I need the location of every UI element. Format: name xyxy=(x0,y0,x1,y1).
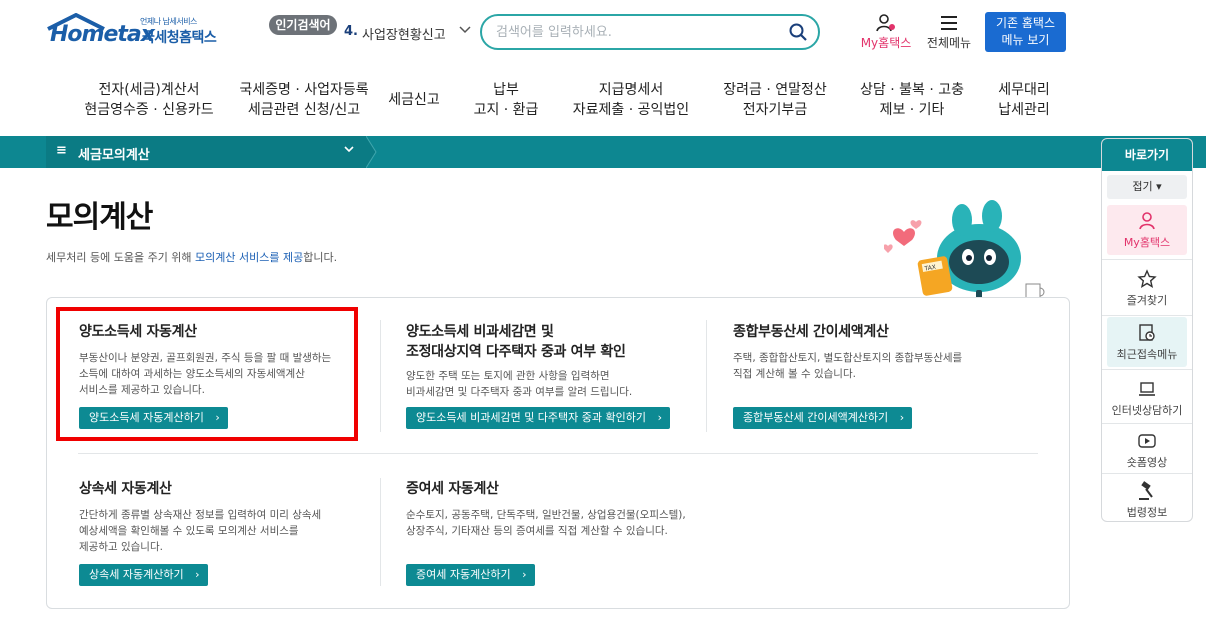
card-row-divider xyxy=(78,453,1038,454)
user-icon xyxy=(1139,212,1155,230)
gnb-item-payment-statement[interactable]: 지급명세서 자료제출 · 공익법인 xyxy=(561,80,701,120)
inheritance-tax-calc-button[interactable]: 상속세 자동계산하기 › xyxy=(79,564,208,586)
capital-gains-exemption-check-button[interactable]: 양도소득세 비과세감면 및 다주택자 중과 확인하기 › xyxy=(406,407,671,429)
chevron-down-icon: ▾ xyxy=(1152,180,1162,193)
page-description-highlight: 모의계산 서비스를 제공 xyxy=(195,251,304,264)
comprehensive-real-estate-calc-button[interactable]: 종합부동산세 간이세액계산하기 › xyxy=(733,407,913,429)
logo-wordmark: Hometax xyxy=(50,22,155,47)
menu-icon: ≡ xyxy=(56,143,67,158)
chevron-down-icon xyxy=(344,144,354,157)
old-hometax-line2: 메뉴 보기 xyxy=(1001,33,1050,47)
quick-menu: 바로가기 접기 ▾ My홈택스 즐겨찾기 최근접속메뉴 인터넷상담하기 숏폼영상… xyxy=(1101,138,1193,522)
gnb-item-counsel[interactable]: 상담 · 불복 · 고충 제보 · 기타 xyxy=(850,80,974,120)
my-hometax-button[interactable]: My홈택스 xyxy=(856,12,916,52)
hometax-logo[interactable]: 언제나 납세서비스 Hometax 국세청홈택스 xyxy=(46,13,236,49)
old-hometax-button[interactable]: 기존 홈택스 메뉴 보기 xyxy=(985,12,1066,52)
lnb-selected-label: 세금모의계산 xyxy=(78,148,150,163)
gift-tax-calc-button[interactable]: 증여세 자동계산하기 › xyxy=(406,564,535,586)
sub-navigation-bar: ≡ 세금모의계산 xyxy=(0,136,1206,168)
quick-item-shortform-video[interactable]: 숏폼영상 xyxy=(1107,425,1187,475)
all-menu-button[interactable]: 전체메뉴 xyxy=(922,12,976,52)
card-title: 상속세 자동계산 xyxy=(79,481,172,497)
quick-item-my-hometax[interactable]: My홈택스 xyxy=(1107,205,1187,255)
card-description: 주택, 종합합산토지, 별도합산토지의 종합부동산세를 직접 계산해 볼 수 있… xyxy=(733,352,963,380)
card-divider xyxy=(380,478,381,586)
quick-menu-title: 바로가기 xyxy=(1102,139,1192,171)
logo-subtitle: 국세청홈택스 xyxy=(142,30,217,46)
card-title: 양도소득세 비과세감면 및 조정대상지역 다주택자 중과 여부 확인 xyxy=(406,324,626,360)
gnb-item-payment[interactable]: 납부 고지 · 환급 xyxy=(456,80,556,120)
mascot-illustration: TAX xyxy=(884,200,1045,304)
star-icon xyxy=(1137,269,1157,288)
card-gift-tax: 증여세 자동계산 순수토지, 공동주택, 단독주택, 일반건물, 상업용건물(오… xyxy=(406,479,726,539)
card-divider xyxy=(706,320,707,432)
gnb-item-tax-filing[interactable]: 세금신고 xyxy=(374,90,454,110)
card-inheritance-tax: 상속세 자동계산 간단하게 종류별 상속재산 정보를 입력하여 미리 상속세 예… xyxy=(79,479,369,555)
popular-search-badge: 인기검색어 xyxy=(269,15,337,35)
popular-search-rank: 4. xyxy=(344,24,358,39)
chevron-right-icon: › xyxy=(899,411,905,424)
page-title: 모의계산 xyxy=(46,200,153,235)
quick-item-favorites[interactable]: 즐겨찾기 xyxy=(1107,263,1187,313)
laptop-icon xyxy=(1139,382,1155,396)
card-description: 간단하게 종류별 상속재산 정보를 입력하여 미리 상속세 예상세액을 확인해볼… xyxy=(79,509,322,553)
lnb-menu-selector[interactable]: ≡ 세금모의계산 xyxy=(46,136,366,168)
hamburger-icon xyxy=(941,16,957,30)
recent-document-icon xyxy=(1139,324,1155,341)
breadcrumb-arrow-icon xyxy=(366,136,377,168)
search-input[interactable] xyxy=(496,22,776,42)
popular-search-term[interactable]: 사업장현황신고 xyxy=(362,24,446,43)
gavel-icon xyxy=(1139,481,1153,500)
gnb-item-incentive[interactable]: 장려금 · 연말정산 전자기부금 xyxy=(712,80,838,120)
card-divider xyxy=(380,320,381,432)
card-title: 종합부동산세 간이세액계산 xyxy=(733,324,889,340)
card-description: 양도한 주택 또는 토지에 관한 사항을 입력하면 비과세감면 및 다주택자 중… xyxy=(406,370,633,398)
chevron-right-icon: › xyxy=(195,568,200,581)
my-hometax-label: My홈택스 xyxy=(860,36,912,50)
chevron-right-icon: › xyxy=(657,411,663,424)
chevron-down-icon[interactable] xyxy=(458,22,472,36)
card-description: 순수토지, 공동주택, 단독주택, 일반건물, 상업용건물(오피스텔), 상장주… xyxy=(406,509,686,537)
main-navigation: 전자(세금)계산서 현금영수증 · 신용카드 국세증명 · 사업자등록 세금관련 신… xyxy=(0,64,1206,136)
gnb-item-e-invoice[interactable]: 전자(세금)계산서 현금영수증 · 신용카드 xyxy=(64,80,234,120)
card-title: 증여세 자동계산 xyxy=(406,481,499,497)
old-hometax-line1: 기존 홈택스 xyxy=(995,16,1055,30)
quick-item-recent-menu[interactable]: 최근접속메뉴 xyxy=(1107,317,1187,367)
quick-item-online-counsel[interactable]: 인터넷상담하기 xyxy=(1107,373,1187,423)
search-icon[interactable] xyxy=(788,22,808,42)
quick-menu-fold-button[interactable]: 접기 ▾ xyxy=(1107,175,1187,199)
gnb-item-tax-agent[interactable]: 세무대리 납세관리 xyxy=(984,80,1064,120)
highlight-annotation-box xyxy=(56,307,358,441)
card-capital-gains-exemption: 양도소득세 비과세감면 및 조정대상지역 다주택자 중과 여부 확인 양도한 주… xyxy=(406,322,701,400)
card-comprehensive-real-estate-tax: 종합부동산세 간이세액계산 주택, 종합합산토지, 별도합산토지의 종합부동산세… xyxy=(733,322,1033,382)
page-description: 세무처리 등에 도움을 주기 위해 모의계산 서비스를 제공합니다. xyxy=(46,251,338,264)
quick-item-law-info[interactable]: 법령정보 xyxy=(1107,475,1187,521)
play-icon xyxy=(1138,434,1156,448)
gnb-item-certificate[interactable]: 국세증명 · 사업자등록 세금관련 신청/신고 xyxy=(214,80,394,120)
all-menu-label: 전체메뉴 xyxy=(926,36,972,50)
search-box xyxy=(480,14,820,50)
chevron-right-icon: › xyxy=(522,568,527,581)
header: 언제나 납세서비스 Hometax 국세청홈택스 인기검색어 4. 사업장현황신… xyxy=(0,0,1206,64)
user-icon xyxy=(876,14,895,32)
